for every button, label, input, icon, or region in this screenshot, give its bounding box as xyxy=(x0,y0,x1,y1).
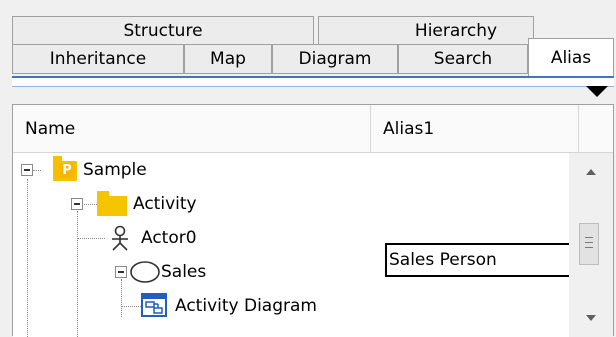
tab-diagram[interactable]: Diagram xyxy=(272,44,398,74)
tree-row-activity[interactable]: Activity xyxy=(13,187,383,221)
usecase-icon xyxy=(130,261,160,283)
tab-hierarchy[interactable]: Hierarchy xyxy=(318,16,534,44)
tab-inheritance-label: Inheritance xyxy=(49,49,147,69)
tree-item-label: Sample xyxy=(83,160,147,180)
column-header-alias[interactable]: Alias1 xyxy=(371,105,579,153)
tab-inheritance[interactable]: Inheritance xyxy=(12,44,184,74)
tab-alias-label: Alias xyxy=(550,47,592,68)
tree-item-label: Actor0 xyxy=(141,228,197,248)
tab-hierarchy-label: Hierarchy xyxy=(414,20,498,41)
alias-panel: Structure Hierarchy Inheritance Map Diag… xyxy=(0,0,616,337)
tab-diagram-label: Diagram xyxy=(298,49,372,69)
vertical-scrollbar[interactable] xyxy=(569,153,613,337)
tree-item-label: Activity xyxy=(133,194,197,214)
package-letter: P xyxy=(60,163,74,178)
collapse-icon[interactable] xyxy=(21,164,33,176)
tab-map[interactable]: Map xyxy=(184,44,272,74)
alias-value: Sales Person xyxy=(389,250,497,270)
column-header-name-label: Name xyxy=(25,118,76,139)
tree-row-actor[interactable]: Actor0 xyxy=(13,221,383,255)
actor-icon xyxy=(112,225,128,251)
scroll-thumb[interactable] xyxy=(579,223,599,265)
tab-search[interactable]: Search xyxy=(398,44,528,74)
tree-row-sales[interactable]: Sales xyxy=(13,255,383,289)
tab-structure-label: Structure xyxy=(123,20,203,41)
tree-row-sample[interactable]: P Sample xyxy=(13,153,383,187)
scroll-down-icon[interactable] xyxy=(586,315,596,321)
column-header-name[interactable]: Name xyxy=(13,105,371,153)
tree-item-label: Activity Diagram xyxy=(175,296,317,316)
tab-map-label: Map xyxy=(210,49,246,69)
collapse-icon[interactable] xyxy=(71,198,83,210)
alias-cell-editor[interactable]: Sales Person xyxy=(385,243,583,277)
tab-search-label: Search xyxy=(433,49,493,69)
column-header-filler xyxy=(579,105,613,153)
tab-content-border xyxy=(12,76,614,87)
tab-structure[interactable]: Structure xyxy=(12,16,314,44)
package-icon: P xyxy=(53,156,77,181)
diagram-icon xyxy=(141,293,167,317)
column-header-alias-label: Alias1 xyxy=(383,118,435,139)
tree-item-label: Sales xyxy=(161,262,207,282)
collapse-icon[interactable] xyxy=(115,266,127,278)
dropdown-arrow-icon[interactable] xyxy=(586,86,608,97)
tab-alias[interactable]: Alias xyxy=(528,38,614,76)
alias-grid: Name Alias1 P Sample Activity Actor0 Sal… xyxy=(12,104,614,337)
folder-icon xyxy=(97,191,127,216)
tree-row-activity-diagram[interactable]: Activity Diagram xyxy=(13,289,413,323)
scroll-up-icon[interactable] xyxy=(586,169,596,175)
